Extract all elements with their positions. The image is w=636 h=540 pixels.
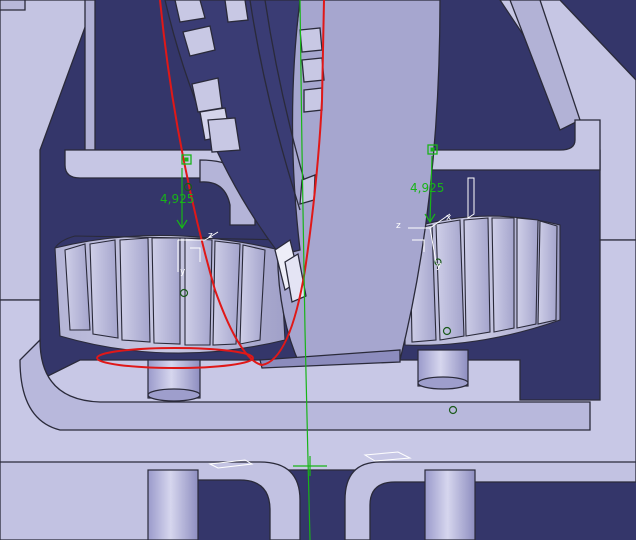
left-dimension-label[interactable]: 4,925 [160, 192, 194, 206]
right-axis-x-label: x [446, 213, 452, 223]
3d-viewport[interactable]: 4,925 4,925 z y z x y [0, 0, 636, 540]
right-lower-shaft[interactable] [424, 469, 476, 540]
right-dimension-label[interactable]: 4,925 [410, 181, 444, 195]
left-axis-x-label: z [208, 231, 213, 241]
left-lower-shaft[interactable] [147, 469, 199, 540]
right-axis-z-label: z [396, 221, 401, 231]
left-axis-y-label: y [180, 267, 186, 277]
left-gear[interactable] [54, 234, 291, 354]
right-gear[interactable] [404, 215, 561, 346]
right-axis-y-label: y [436, 261, 442, 271]
